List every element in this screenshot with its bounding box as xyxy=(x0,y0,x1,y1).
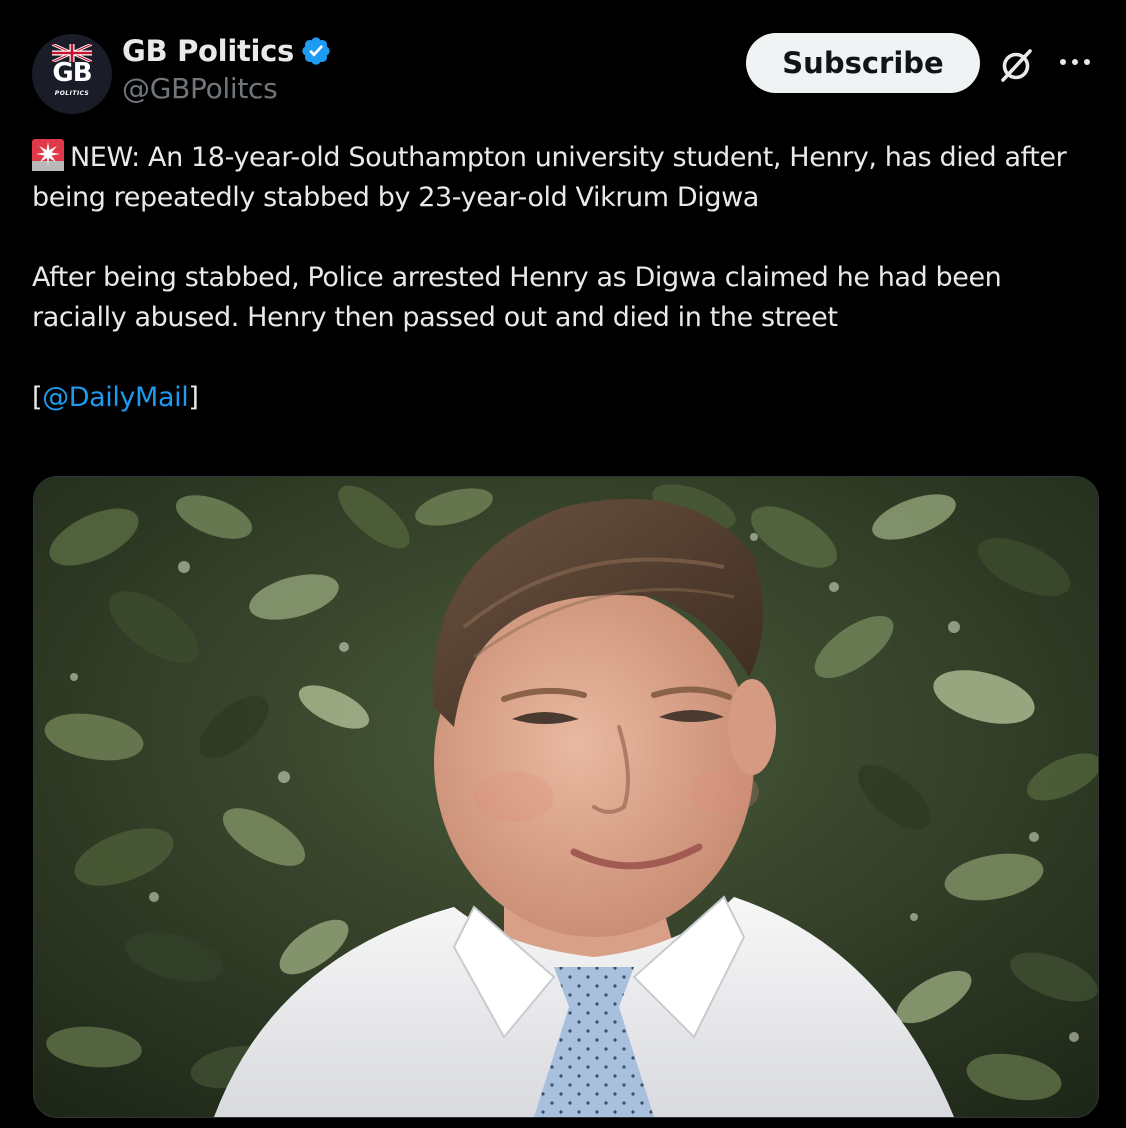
police-siren-emoji-icon xyxy=(32,139,64,171)
post-paragraph-3: [@DailyMail] xyxy=(32,378,1102,418)
source-bracket-open: [ xyxy=(32,382,43,413)
post-text: NEW: An 18-year-old Southampton universi… xyxy=(32,138,1102,418)
dailymail-mention-link[interactable]: @DailyMail xyxy=(42,382,189,413)
avatar-logo-subtext: POLITICS xyxy=(54,90,90,97)
author-display-name[interactable]: GB Politics xyxy=(122,34,294,68)
post-line-1: NEW: An 18-year-old Southampton universi… xyxy=(32,142,1067,213)
verified-badge-icon[interactable] xyxy=(300,35,332,67)
photo-image xyxy=(34,477,1098,1117)
more-options-icon[interactable] xyxy=(1057,52,1093,72)
grok-icon[interactable] xyxy=(996,45,1036,85)
post-card: GB POLITICS GB Politics @GBPolitcs Subsc… xyxy=(0,0,1126,1128)
post-photo[interactable] xyxy=(33,476,1099,1118)
post-paragraph-1: NEW: An 18-year-old Southampton universi… xyxy=(32,138,1102,218)
author-handle[interactable]: @GBPolitcs xyxy=(122,72,278,105)
avatar[interactable]: GB POLITICS xyxy=(32,34,112,114)
source-bracket-close: ] xyxy=(188,382,199,413)
post-paragraph-2: After being stabbed, Police arrested Hen… xyxy=(32,262,1002,333)
subscribe-button[interactable]: Subscribe xyxy=(746,33,980,93)
author-name-row[interactable]: GB Politics xyxy=(122,32,332,70)
avatar-logo-text: GB xyxy=(52,58,92,88)
